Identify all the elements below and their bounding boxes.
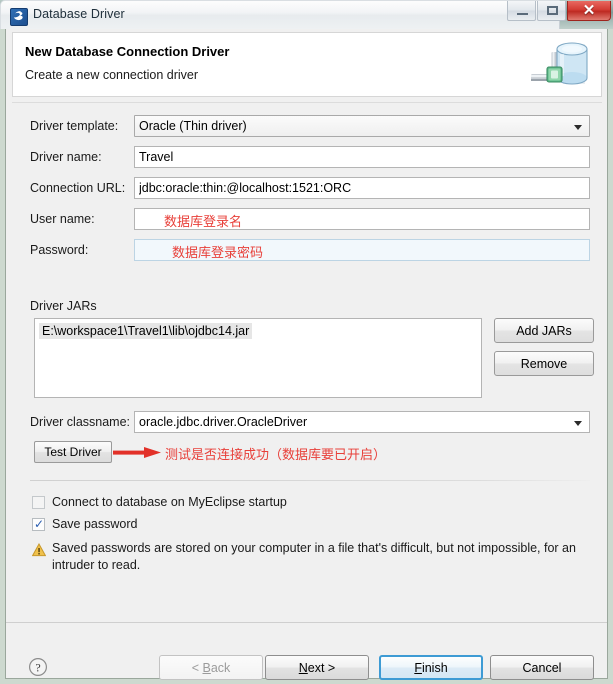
add-jars-button[interactable]: Add JARs [494, 318, 594, 343]
dialog-inner: New Database Connection Driver Create a … [5, 29, 608, 680]
driver-classname-label: Driver classname: [30, 415, 131, 429]
driver-template-label: Driver template: [30, 119, 119, 133]
connection-url-label: Connection URL: [30, 181, 126, 195]
warning-triangle-icon [31, 542, 47, 557]
separator [30, 480, 590, 481]
database-driver-dialog-window: Database Driver ✕ New Database Connectio… [0, 0, 613, 684]
driver-template-value: Oracle (Thin driver) [139, 119, 247, 133]
user-name-label: User name: [30, 212, 95, 226]
dialog-content: Driver template: Oracle (Thin driver) Dr… [12, 102, 602, 610]
banner-title: New Database Connection Driver [25, 44, 230, 59]
red-arrow-right-icon [113, 447, 161, 458]
user-name-annotation: 数据库登录名 [164, 215, 243, 230]
myeclipse-logo-icon [10, 8, 28, 26]
database-cylinder-icon [527, 36, 593, 94]
svg-text:?: ? [35, 660, 40, 674]
password-annotation: 数据库登录密码 [172, 246, 264, 261]
minimize-icon [517, 13, 528, 15]
window-title: Database Driver [33, 7, 125, 21]
chevron-down-icon [574, 421, 582, 426]
minimize-button[interactable] [507, 1, 536, 21]
close-icon: ✕ [582, 2, 596, 19]
test-driver-annotation: 测试是否连接成功（数据库要已开启） [165, 448, 387, 463]
driver-classname-value: oracle.jdbc.driver.OracleDriver [139, 415, 308, 429]
form-row-driver-classname: Driver classname: oracle.jdbc.driver.Ora… [12, 411, 602, 435]
form-row-password: Password: 数据库登录密码 [12, 239, 602, 263]
help-question-icon[interactable]: ? [28, 657, 48, 677]
close-button[interactable]: ✕ [567, 1, 611, 21]
next-button[interactable]: Next > [265, 655, 369, 680]
save-password-checkbox[interactable]: ✓ [32, 517, 45, 531]
driver-name-label: Driver name: [30, 150, 102, 164]
back-button[interactable]: < Back [159, 655, 263, 680]
form-row-driver-name: Driver name: [12, 146, 602, 170]
maximize-icon [547, 6, 558, 15]
connect-on-startup-checkbox[interactable] [32, 496, 45, 509]
banner-subtitle: Create a new connection driver [25, 68, 199, 82]
form-row-driver-template: Driver template: Oracle (Thin driver) [12, 115, 602, 139]
warning-text: Saved passwords are stored on your compu… [52, 541, 576, 572]
remove-jar-button[interactable]: Remove [494, 351, 594, 376]
form-row-user-name: User name: 数据库登录名 [12, 208, 602, 232]
save-password-label: Save password [52, 517, 138, 531]
checkmark-icon: ✓ [34, 517, 45, 531]
driver-jars-label: Driver JARs [30, 299, 97, 313]
chevron-down-icon [574, 125, 582, 130]
driver-jars-list[interactable]: E:\workspace1\Travel1\lib\ojdbc14.jar [34, 318, 482, 398]
window-titlebar[interactable]: Database Driver [0, 0, 560, 29]
finish-button[interactable]: Finish [379, 655, 483, 680]
connection-url-input[interactable] [134, 177, 590, 199]
cancel-button[interactable]: Cancel [490, 655, 594, 680]
form-row-connection-url: Connection URL: [12, 177, 602, 201]
connect-on-startup-label: Connect to database on MyEclipse startup [52, 495, 287, 509]
driver-name-input[interactable] [134, 146, 590, 168]
driver-classname-dropdown[interactable]: oracle.jdbc.driver.OracleDriver [134, 411, 590, 433]
dialog-frame: New Database Connection Driver Create a … [0, 29, 613, 684]
test-driver-button[interactable]: Test Driver [34, 441, 112, 463]
maximize-button[interactable] [537, 1, 566, 21]
password-label: Password: [30, 243, 89, 257]
list-item[interactable]: E:\workspace1\Travel1\lib\ojdbc14.jar [39, 323, 253, 339]
dialog-banner: New Database Connection Driver Create a … [12, 32, 602, 97]
driver-template-dropdown[interactable]: Oracle (Thin driver) [134, 115, 590, 137]
dialog-footer: ? < Back Next > Finish Cancel [6, 623, 607, 680]
